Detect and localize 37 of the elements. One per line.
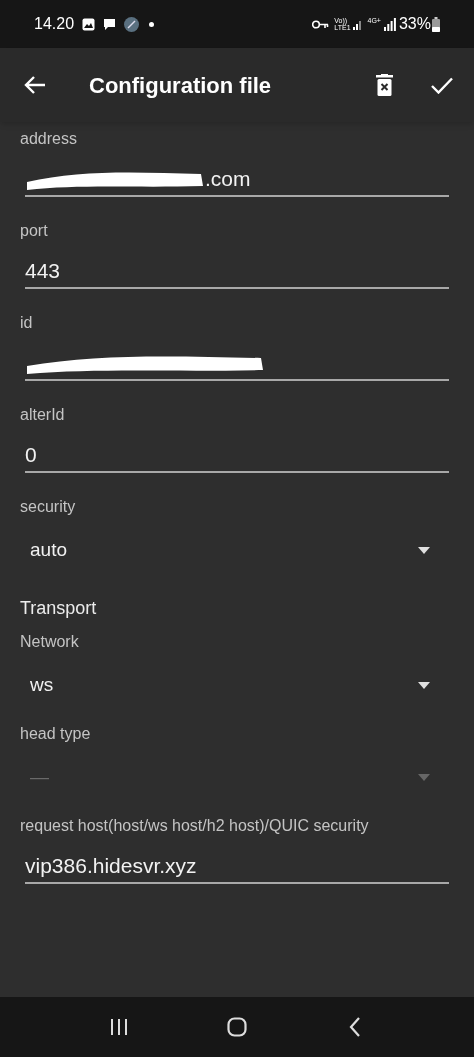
dot-icon bbox=[149, 21, 155, 27]
recent-apps-icon bbox=[110, 1019, 128, 1035]
key-icon bbox=[312, 19, 330, 29]
delete-icon bbox=[375, 74, 393, 96]
delete-button[interactable] bbox=[374, 73, 394, 97]
caret-icon bbox=[418, 546, 430, 554]
home-button[interactable] bbox=[225, 1015, 249, 1039]
field-label: security bbox=[20, 498, 76, 515]
status-time: 14.20 bbox=[34, 14, 75, 34]
image-icon bbox=[82, 17, 96, 31]
field-label: address bbox=[20, 130, 77, 147]
screen-title: Configuration file bbox=[89, 71, 273, 100]
caret-icon bbox=[418, 681, 430, 689]
input-field[interactable]: 443 bbox=[25, 259, 449, 289]
battery-percent: 33% bbox=[398, 14, 431, 34]
message-icon bbox=[103, 17, 117, 31]
field-label: alterId bbox=[20, 406, 65, 423]
input-field[interactable]: .com bbox=[25, 167, 449, 197]
back-arrow-icon bbox=[24, 75, 46, 95]
signal-icon bbox=[352, 18, 363, 30]
check-icon bbox=[431, 76, 453, 94]
input-field[interactable]: vip386.hidesvr.xyz bbox=[25, 854, 449, 884]
signal-icon bbox=[383, 17, 396, 31]
battery-icon bbox=[432, 16, 440, 32]
back-chevron-icon bbox=[349, 1017, 361, 1037]
section-heading: Transport bbox=[20, 598, 97, 618]
caret-icon bbox=[418, 773, 430, 781]
field-label: port bbox=[20, 222, 48, 239]
dropdown[interactable]: auto bbox=[30, 535, 430, 565]
input-field[interactable]: 0 bbox=[25, 443, 449, 473]
dropdown[interactable]: ws bbox=[30, 670, 430, 700]
field-label: id bbox=[20, 314, 33, 331]
field-label: request host(host/ws host/h2 host)/QUIC security bbox=[20, 817, 369, 834]
field-label: head type bbox=[20, 725, 91, 742]
app-icon bbox=[124, 16, 140, 32]
home-icon bbox=[227, 1017, 247, 1037]
field-label: Network bbox=[20, 633, 79, 650]
